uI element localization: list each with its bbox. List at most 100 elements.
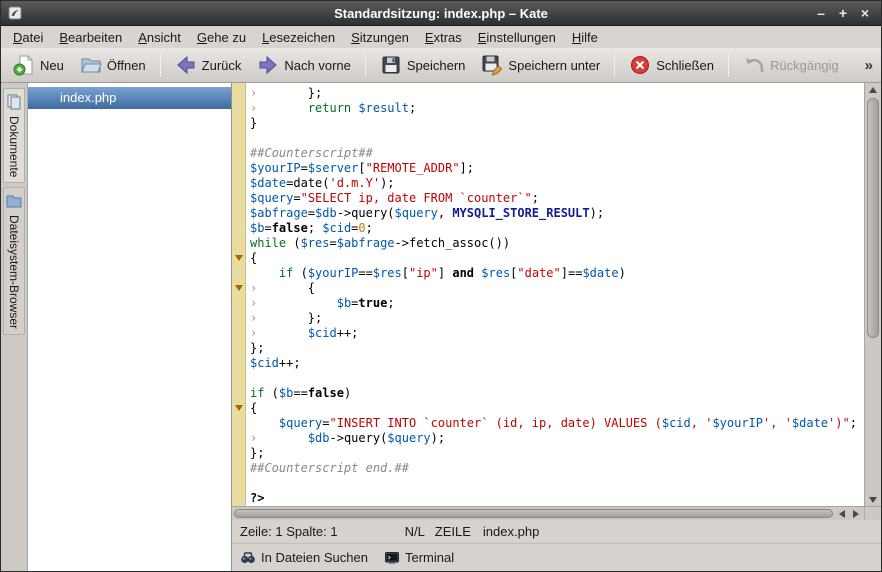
- menubar: DateiBearbeitenAnsichtGehe zuLesezeichen…: [1, 26, 881, 48]
- bottom-tool-label: Terminal: [405, 550, 454, 565]
- menu-bearbeiten[interactable]: Bearbeiten: [51, 28, 130, 47]
- menu-ansicht[interactable]: Ansicht: [130, 28, 189, 47]
- menu-extras[interactable]: Extras: [417, 28, 470, 47]
- main-area: Dokumente Dateisystem-Browser index.php ›…: [1, 83, 881, 571]
- code-segment: $res: [373, 266, 402, 280]
- statusbar-filename: index.php: [483, 524, 539, 539]
- code-segment: $query: [387, 431, 430, 445]
- sidebar-tab-dokumente[interactable]: Dokumente: [3, 88, 25, 183]
- code-segment: ;: [850, 416, 857, 430]
- menu-datei[interactable]: Datei: [5, 28, 51, 47]
- fold-marker-icon[interactable]: [235, 405, 243, 411]
- code-segment: ;: [409, 101, 416, 115]
- eol-indicator: N/L: [405, 524, 425, 539]
- toolbar-button-label: Neu: [40, 58, 64, 73]
- code-segment: 0: [358, 221, 365, 235]
- menu-gehe-zu[interactable]: Gehe zu: [189, 28, 254, 47]
- code-line: }: [250, 116, 864, 131]
- code-segment: );: [590, 206, 604, 220]
- code-segment: $yourIP: [308, 266, 359, 280]
- filesystem-browser-icon: [6, 193, 22, 209]
- close-document-button[interactable]: Schließen: [621, 50, 722, 80]
- code-line: };: [250, 446, 864, 461]
- code-line: $cid++;: [250, 356, 864, 371]
- code-segment: {: [250, 251, 257, 265]
- code-segment: MYSQLI_STORE_RESULT: [452, 206, 589, 220]
- code-segment: ')": [828, 416, 850, 430]
- scroll-left-button[interactable]: [835, 507, 849, 520]
- code-segment: ]==: [561, 266, 583, 280]
- menu-einstellungen[interactable]: Einstellungen: [470, 28, 564, 47]
- code-segment: ): [619, 266, 626, 280]
- code-segment: }: [250, 116, 257, 130]
- code-segment: $query: [279, 416, 322, 430]
- sidebar-tab-label: Dokumente: [7, 116, 21, 177]
- code-area[interactable]: › };› return $result;}##Counterscript##$…: [232, 83, 864, 506]
- fold-marker-icon[interactable]: [235, 285, 243, 291]
- code-line: [250, 371, 864, 386]
- code-segment: [257, 431, 308, 445]
- scroll-up-button[interactable]: [865, 83, 881, 96]
- horizontal-scrollbar[interactable]: [232, 506, 881, 520]
- new-button[interactable]: Neu: [5, 50, 72, 80]
- scroll-down-button[interactable]: [865, 493, 881, 506]
- menu-lesezeichen[interactable]: Lesezeichen: [254, 28, 343, 47]
- menu-hilfe[interactable]: Hilfe: [564, 28, 606, 47]
- kate-app-icon: [7, 5, 23, 21]
- back-button[interactable]: Zurück: [167, 50, 250, 80]
- fold-marker-icon[interactable]: [235, 255, 243, 261]
- code-segment: $date: [792, 416, 828, 430]
- code-line: › };: [250, 311, 864, 326]
- code-segment: , ': [691, 416, 713, 430]
- toolbar-separator: [728, 53, 729, 77]
- code-segment: $db: [315, 206, 337, 220]
- code-line: $query="SELECT ip, date FROM `counter`";: [250, 191, 864, 206]
- maximize-button[interactable]: +: [833, 3, 853, 23]
- code-segment: ;: [308, 221, 322, 235]
- code-segment: $abfrage: [337, 236, 395, 250]
- code-segment: [257, 101, 308, 115]
- editor[interactable]: › };› return $result;}##Counterscript##$…: [232, 83, 881, 506]
- titlebar: Standardsitzung: index.php – Kate – + ×: [1, 1, 881, 26]
- forward-button[interactable]: Nach vorne: [249, 50, 358, 80]
- document-list-item[interactable]: index.php: [28, 87, 231, 109]
- code-line: {: [250, 251, 864, 266]
- minimize-button[interactable]: –: [811, 3, 831, 23]
- code-segment: [: [358, 161, 365, 175]
- tool-sidebar: Dokumente Dateisystem-Browser: [1, 83, 28, 571]
- back-arrow-icon: [175, 54, 197, 76]
- code-segment: =: [308, 206, 315, 220]
- code-line: while ($res=$abfrage->fetch_assoc()): [250, 236, 864, 251]
- toolbar-overflow-button[interactable]: »: [861, 57, 877, 74]
- code-segment: ->query(: [337, 206, 395, 220]
- terminal-button[interactable]: Terminal: [384, 550, 454, 566]
- code-segment: {: [257, 281, 315, 295]
- code-line: if ($yourIP==$res["ip"] and $res["date"]…: [250, 266, 864, 281]
- code-segment: (: [293, 266, 307, 280]
- code-line: › };: [250, 86, 864, 101]
- code-segment: if: [279, 266, 293, 280]
- code-line: $query="INSERT INTO `counter` (id, ip, d…: [250, 416, 864, 431]
- toolbar-button-label: Schließen: [656, 58, 714, 73]
- save-button[interactable]: Speichern: [372, 50, 474, 80]
- code-segment: ==: [358, 266, 372, 280]
- open-button[interactable]: Öffnen: [72, 50, 154, 80]
- code-segment: ++;: [279, 356, 301, 370]
- scroll-right-button[interactable]: [849, 507, 863, 520]
- search-in-files-button[interactable]: In Dateien Suchen: [240, 550, 368, 566]
- vertical-scrollbar[interactable]: [864, 83, 881, 506]
- code-segment: =: [264, 221, 271, 235]
- code-segment: $b: [250, 221, 264, 235]
- horizontal-scrollbar-thumb[interactable]: [234, 509, 833, 518]
- toolbar-button-label: Öffnen: [107, 58, 146, 73]
- menu-sitzungen[interactable]: Sitzungen: [343, 28, 417, 47]
- close-button[interactable]: ×: [855, 3, 875, 23]
- toolbar-separator: [614, 53, 615, 77]
- code-line: if ($b==false): [250, 386, 864, 401]
- undo-button[interactable]: Rückgängig: [735, 50, 847, 80]
- sidebar-tab-dateisystem-browser[interactable]: Dateisystem-Browser: [3, 187, 25, 335]
- vertical-scrollbar-thumb[interactable]: [867, 98, 879, 338]
- save-as-button[interactable]: Speichern unter: [473, 50, 608, 80]
- code-segment: [: [402, 266, 409, 280]
- code-segment: $b: [337, 296, 351, 310]
